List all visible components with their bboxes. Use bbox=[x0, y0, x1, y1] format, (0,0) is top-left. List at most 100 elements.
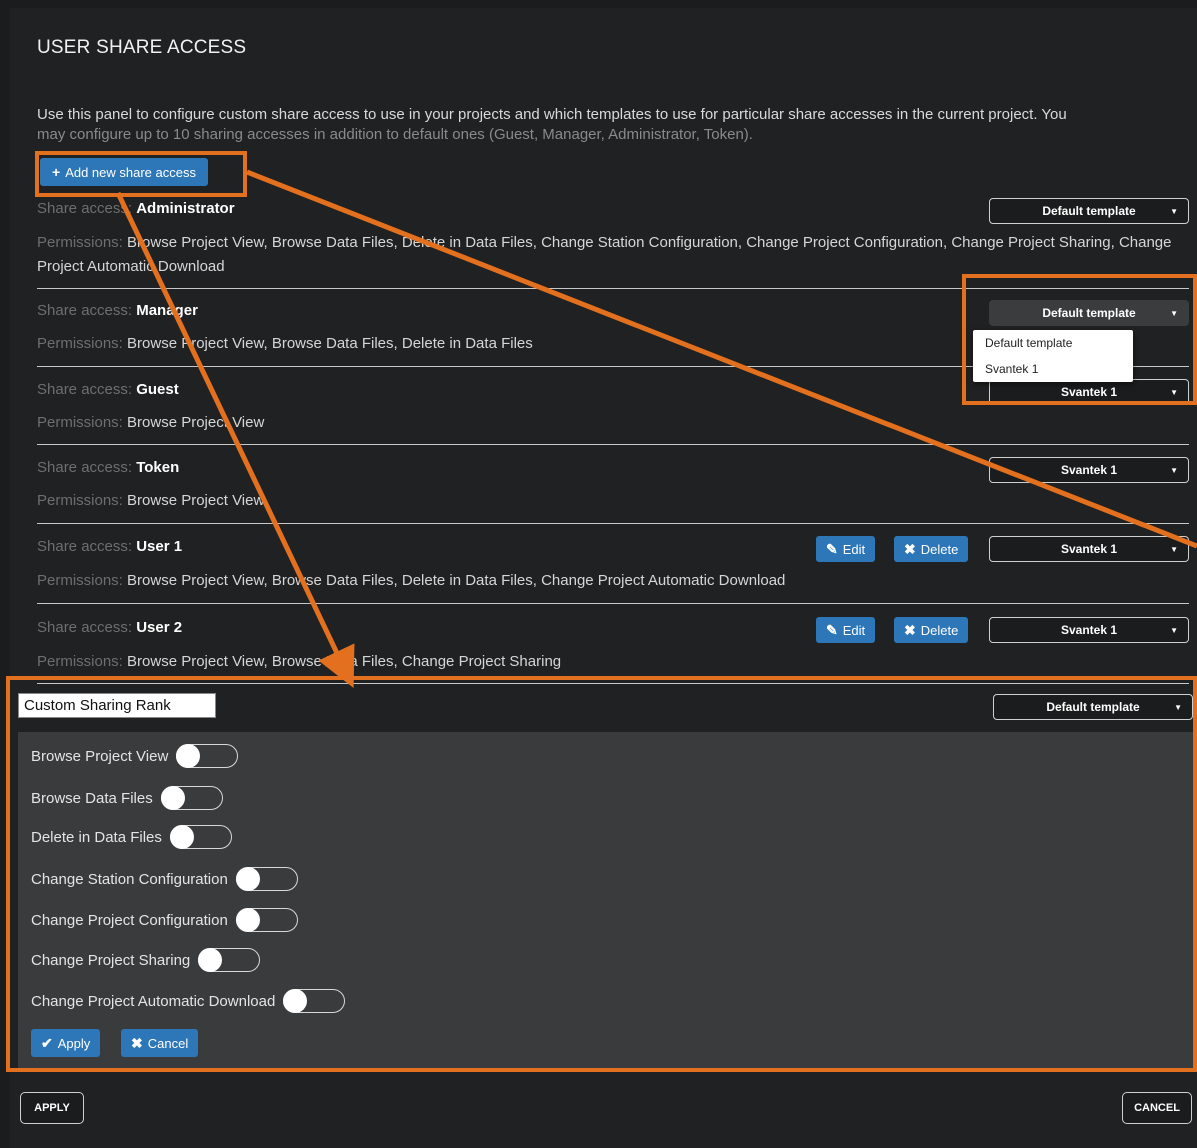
share-access-name: Guest bbox=[136, 381, 179, 398]
caret-down-icon: ▼ bbox=[1170, 309, 1178, 318]
template-select-user-1[interactable]: Svantek 1 ▼ bbox=[989, 536, 1189, 562]
check-icon: ✔ bbox=[41, 1034, 53, 1051]
template-select-value: Default template bbox=[1042, 306, 1136, 320]
row-divider bbox=[37, 603, 1189, 604]
template-select-administrator[interactable]: Default template ▼ bbox=[989, 198, 1189, 224]
permissions-value: Browse Project View, Browse Data Files, … bbox=[127, 653, 562, 670]
row-divider bbox=[37, 288, 1189, 289]
toggle-knob bbox=[283, 989, 308, 1013]
toggle-label: Change Project Configuration bbox=[31, 911, 228, 929]
footer-cancel-button[interactable]: CANCEL bbox=[1122, 1092, 1192, 1124]
share-access-row-manager: Share access: Manager bbox=[37, 302, 198, 319]
template-select-manager[interactable]: Default template ▼ bbox=[989, 300, 1189, 326]
share-access-name: User 2 bbox=[136, 619, 183, 636]
permissions-prefix: Permissions: bbox=[37, 492, 123, 509]
caret-down-icon: ▼ bbox=[1174, 703, 1182, 712]
toggle-label: Change Project Sharing bbox=[31, 951, 191, 969]
custom-cancel-button[interactable]: ✖ Cancel bbox=[121, 1029, 199, 1057]
delete-button-user-2[interactable]: ✖ Delete bbox=[894, 617, 969, 643]
permissions-value: Browse Project View bbox=[127, 492, 265, 509]
row-divider bbox=[37, 444, 1189, 445]
x-icon: ✖ bbox=[904, 540, 916, 557]
share-access-row-user-1: Share access: User 1 bbox=[37, 538, 182, 555]
toggle-row-change-project-configuration: Change Project Configuration bbox=[31, 908, 298, 932]
footer-apply-button[interactable]: APPLY bbox=[20, 1092, 84, 1124]
template-select-guest[interactable]: Svantek 1 ▼ bbox=[989, 379, 1189, 405]
add-button-label: Add new share access bbox=[65, 164, 196, 180]
row-divider bbox=[37, 523, 1189, 524]
permissions-value: Browse Project View, Browse Data Files, … bbox=[127, 335, 533, 352]
x-icon: ✖ bbox=[131, 1034, 143, 1051]
share-access-prefix: Share access: bbox=[37, 381, 133, 398]
permissions-user-1: Permissions: Browse Project View, Browse… bbox=[37, 569, 1177, 593]
toggle-label: Browse Data Files bbox=[31, 789, 153, 807]
pencil-icon: ✎ bbox=[826, 621, 838, 638]
toggle-knob bbox=[235, 908, 260, 932]
share-access-prefix: Share access: bbox=[37, 200, 133, 217]
share-access-row-user-2: Share access: User 2 bbox=[37, 619, 182, 636]
toggle-switch[interactable] bbox=[198, 948, 261, 972]
share-access-name: Administrator bbox=[136, 200, 235, 217]
dialog-description: Use this panel to configure custom share… bbox=[37, 105, 1189, 145]
caret-down-icon: ▼ bbox=[1170, 207, 1178, 216]
template-select-value: Svantek 1 bbox=[1060, 463, 1118, 477]
toggle-switch[interactable] bbox=[169, 825, 232, 849]
permissions-prefix: Permissions: bbox=[37, 234, 123, 251]
dialog-title: USER SHARE ACCESS bbox=[37, 37, 247, 58]
custom-cancel-label: Cancel bbox=[147, 1035, 189, 1051]
edit-label: Edit bbox=[842, 622, 866, 638]
custom-apply-button[interactable]: ✔ Apply bbox=[31, 1029, 101, 1057]
delete-button-user-1[interactable]: ✖ Delete bbox=[894, 536, 969, 562]
toggle-row-change-project-automatic-download: Change Project Automatic Download bbox=[31, 989, 346, 1013]
template-select-user-2[interactable]: Svantek 1 ▼ bbox=[989, 617, 1189, 643]
share-access-prefix: Share access: bbox=[37, 538, 133, 555]
permissions-token: Permissions: Browse Project View bbox=[37, 489, 1177, 513]
caret-down-icon: ▼ bbox=[1170, 545, 1178, 554]
toggle-row-delete-in-data-files: Delete in Data Files bbox=[31, 825, 232, 849]
caret-down-icon: ▼ bbox=[1170, 388, 1178, 397]
pencil-icon: ✎ bbox=[826, 540, 838, 557]
x-icon: ✖ bbox=[904, 621, 916, 638]
edit-button-user-2[interactable]: ✎ Edit bbox=[816, 617, 876, 643]
share-access-row-token: Share access: Token bbox=[37, 459, 179, 476]
description-cont: may configure up to 10 sharing accesses … bbox=[37, 126, 753, 143]
toggle-switch[interactable] bbox=[235, 908, 298, 932]
share-access-row-guest: Share access: Guest bbox=[37, 381, 179, 398]
permissions-prefix: Permissions: bbox=[37, 572, 123, 589]
share-access-name: Manager bbox=[136, 302, 198, 319]
toggle-row-change-project-sharing: Change Project Sharing bbox=[31, 948, 261, 972]
delete-label: Delete bbox=[920, 541, 959, 557]
permissions-guest: Permissions: Browse Project View bbox=[37, 411, 1177, 435]
toggle-switch[interactable] bbox=[283, 989, 346, 1013]
custom-apply-label: Apply bbox=[57, 1035, 91, 1051]
toggle-label: Change Project Automatic Download bbox=[31, 992, 276, 1010]
permissions-value: Browse Project View bbox=[127, 414, 265, 431]
share-access-name: User 1 bbox=[136, 538, 183, 555]
toggle-knob bbox=[169, 825, 194, 849]
permissions-value: Browse Project View, Browse Data Files, … bbox=[37, 234, 1172, 275]
description-main: Use this panel to configure custom share… bbox=[37, 106, 1067, 123]
toggle-switch[interactable] bbox=[235, 867, 298, 891]
toggle-knob bbox=[198, 948, 223, 972]
template-select-token[interactable]: Svantek 1 ▼ bbox=[989, 457, 1189, 483]
toggle-label: Change Station Configuration bbox=[31, 870, 228, 888]
permissions-prefix: Permissions: bbox=[37, 653, 123, 670]
template-select-custom[interactable]: Default template ▼ bbox=[993, 694, 1193, 720]
permissions-prefix: Permissions: bbox=[37, 414, 123, 431]
share-access-prefix: Share access: bbox=[37, 302, 133, 319]
template-select-value: Svantek 1 bbox=[1060, 385, 1118, 399]
edit-button-user-1[interactable]: ✎ Edit bbox=[816, 536, 876, 562]
toggle-row-browse-data-files: Browse Data Files bbox=[31, 786, 223, 810]
toggle-switch[interactable] bbox=[160, 786, 223, 810]
row-divider bbox=[37, 683, 1189, 684]
custom-sharing-rank-input[interactable] bbox=[18, 693, 216, 718]
template-select-value: Default template bbox=[1042, 204, 1136, 218]
add-share-access-button[interactable]: + Add new share access bbox=[40, 158, 208, 186]
delete-label: Delete bbox=[920, 622, 959, 638]
share-access-row-administrator: Share access: Administrator bbox=[37, 200, 235, 217]
caret-down-icon: ▼ bbox=[1170, 466, 1178, 475]
toggle-switch[interactable] bbox=[176, 744, 239, 768]
dropdown-option-default-template[interactable]: Default template bbox=[973, 330, 1133, 356]
toggle-knob bbox=[235, 867, 260, 891]
dropdown-option-svantek-1[interactable]: Svantek 1 bbox=[973, 356, 1133, 382]
